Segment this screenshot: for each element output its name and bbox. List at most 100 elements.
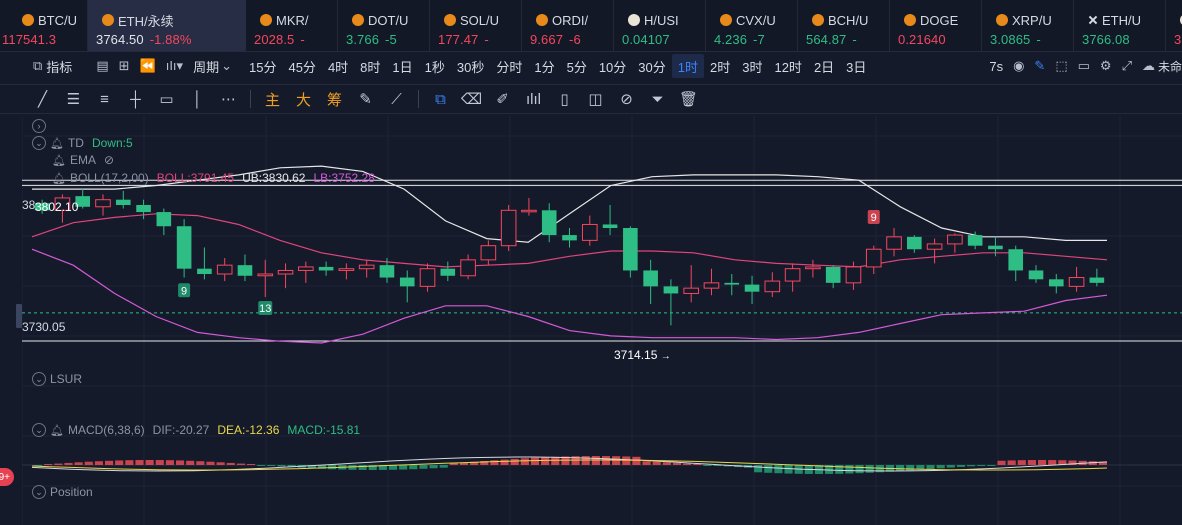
interval-5[interactable]: 1秒 — [419, 54, 451, 78]
rectangle-tool[interactable]: ▭ — [151, 85, 182, 113]
ticker-tab-8[interactable]: BCH/U 564.87- — [798, 0, 890, 51]
candle-body — [136, 205, 151, 213]
lock-icon: ⊘ — [620, 91, 633, 108]
eraser-tool[interactable]: ⌫ — [456, 85, 487, 113]
main-force-tool[interactable]: 主 — [257, 85, 288, 113]
period-dropdown[interactable]: 周期 ⌄ — [188, 54, 237, 78]
channel-tool[interactable]: ≡ — [89, 85, 120, 113]
macd-bar — [429, 465, 438, 469]
rewind-button[interactable]: ⏪ — [135, 54, 161, 78]
settings-button[interactable]: ⚙ — [1095, 54, 1117, 78]
interval-11[interactable]: 30分 — [632, 54, 671, 78]
ticker-tab-6[interactable]: H/USI 0.04107 — [614, 0, 706, 51]
interval-13[interactable]: 2时 — [704, 54, 736, 78]
interval-3[interactable]: 8时 — [354, 54, 386, 78]
rewind-icon: ⏪ — [139, 58, 156, 73]
horizontal-ray-tool[interactable]: ┼ — [120, 85, 151, 113]
more-tools-button[interactable]: ⋯ — [213, 85, 244, 113]
ticker-tab-4[interactable]: SOL/U 177.47- — [430, 0, 522, 51]
interval-4[interactable]: 1日 — [386, 54, 418, 78]
lsur-indicator[interactable]: ⌄ LSUR — [32, 372, 82, 386]
interval-10[interactable]: 10分 — [593, 54, 632, 78]
interval-9[interactable]: 5分 — [561, 54, 593, 78]
position-label: Position — [50, 485, 93, 499]
macd-bar — [896, 465, 905, 472]
draw-toggle-button[interactable]: ✎ — [1029, 54, 1050, 78]
macd-bar — [500, 459, 509, 465]
interval-16[interactable]: 2日 — [808, 54, 840, 78]
panel-resize-handle[interactable] — [16, 304, 22, 328]
position-indicator[interactable]: ⌄ Position — [32, 485, 93, 499]
ticker-tab-12[interactable]: DOT/U3.766-5 — [1166, 0, 1182, 51]
interval-17[interactable]: 3日 — [840, 54, 872, 78]
interval-2[interactable]: 4时 — [322, 54, 354, 78]
interval-0[interactable]: 15分 — [243, 54, 282, 78]
td-indicator[interactable]: ⌄ 🔔︎ TD Down:5 — [32, 136, 133, 150]
ticker-price: 177.47 — [438, 32, 479, 47]
cloud-save-button[interactable]: ☁ 未命 — [1137, 54, 1182, 78]
divider — [250, 90, 251, 108]
ticker-tab-5[interactable]: ORDI/9.667 -6 — [522, 0, 614, 51]
collapse-toggle[interactable]: › — [32, 119, 46, 133]
ticker-tab-7[interactable]: CVX/U 4.236 -7 — [706, 0, 798, 51]
bell-icon: 🔔︎ — [50, 424, 64, 437]
ticker-tab-2[interactable]: MKR/2028.5- — [246, 0, 338, 51]
chart-area[interactable]: 9 13 9 › ⌄ 🔔︎ TD Down:5 🔔︎ EMA ⊘ 🔔︎ BOLL(1… — [22, 116, 1182, 525]
measure-tool[interactable]: ⟋ — [381, 85, 412, 113]
ticker-tab-11[interactable]: ETH/U 3766.08 — [1074, 0, 1166, 51]
big-order-tool[interactable]: 大 — [288, 85, 319, 113]
macd-bar — [175, 460, 185, 465]
notification-badge[interactable]: 9+ — [0, 468, 14, 486]
chip-tool[interactable]: 筹 — [319, 85, 350, 113]
ema-indicator[interactable]: 🔔︎ EMA ⊘ — [52, 153, 114, 167]
parallel-lines-tool[interactable]: ☰ — [58, 85, 89, 113]
layout-button[interactable]: ⊞ — [114, 54, 135, 78]
macd-bar — [622, 456, 631, 465]
boll-indicator[interactable]: 🔔︎ BOLL(17,2,00) BOLL:3791.45 UB:3830.62… — [52, 171, 375, 185]
macd-bar — [865, 465, 874, 473]
copy-tool[interactable]: ⧉ — [425, 85, 456, 113]
indicator-button[interactable]: ⧉ 指标 — [28, 54, 77, 78]
ticker-tab-10[interactable]: XRP/U 3.0865- — [982, 0, 1074, 51]
ticker-tab-0[interactable]: BTC/U 117541.3 — [0, 0, 88, 51]
ticker-tab-9[interactable]: DOGE 0.21640 — [890, 0, 982, 51]
delete-tool[interactable]: 🗑 — [673, 85, 704, 113]
interval-14[interactable]: 3时 — [736, 54, 768, 78]
interval-6[interactable]: 30秒 — [451, 54, 490, 78]
ticker-tab-1[interactable]: ETH/永续 3764.50 -1.88% — [88, 0, 246, 51]
popout-button[interactable]: ⬚ — [1050, 54, 1072, 78]
macd-indicator[interactable]: ⌄ 🔔︎ MACD(6,38,6) DIF:-20.27 DEA:-12.36 … — [32, 423, 360, 437]
note-tool[interactable]: ▯ — [549, 85, 580, 113]
filter-tool[interactable]: ⏷ — [642, 85, 673, 113]
refresh-timer[interactable]: 7s — [984, 54, 1008, 78]
interval-8[interactable]: 1分 — [528, 54, 560, 78]
interval-12[interactable]: 1时 — [671, 54, 704, 78]
boll-mid-value: BOLL:3791.45 — [156, 171, 235, 185]
eye-off-icon[interactable]: ⊘ — [104, 153, 114, 167]
macd-bar — [358, 465, 367, 470]
candles-icon: ıIı▾ — [165, 58, 184, 73]
ticker-change: -1.88% — [149, 32, 192, 47]
magnet-tool[interactable]: ◫ — [580, 85, 611, 113]
ticker-price: 3766.08 — [1082, 32, 1130, 47]
interval-1[interactable]: 45分 — [282, 54, 321, 78]
chart-type-button[interactable]: ıIı▾ — [161, 54, 188, 78]
screenshot-button[interactable]: ◉ — [1008, 54, 1029, 78]
edit-tool[interactable]: ✎ — [350, 85, 381, 113]
brush-tool[interactable]: ✐ — [487, 85, 518, 113]
trend-line-tool[interactable]: ╱ — [27, 85, 58, 113]
ticker-price: 3764.50 — [96, 32, 144, 47]
pattern-tool[interactable]: ılıl — [518, 85, 549, 113]
calendar-button[interactable]: ▤ — [91, 54, 113, 78]
rectangle-icon: ▭ — [159, 91, 174, 108]
macd-dif-value: DIF:-20.27 — [152, 423, 210, 437]
macd-bar — [44, 464, 53, 465]
minimize-button[interactable]: ▭ — [1073, 54, 1095, 78]
interval-7[interactable]: 分时 — [490, 54, 528, 78]
low-price-value: 3714.15 — [614, 348, 658, 362]
interval-15[interactable]: 12时 — [768, 54, 807, 78]
ticker-tab-3[interactable]: DOT/U 3.766 -5 — [338, 0, 430, 51]
vertical-line-tool[interactable]: │ — [182, 85, 213, 113]
fullscreen-button[interactable]: ⤢ — [1117, 54, 1137, 78]
lock-tool[interactable]: ⊘ — [611, 85, 642, 113]
